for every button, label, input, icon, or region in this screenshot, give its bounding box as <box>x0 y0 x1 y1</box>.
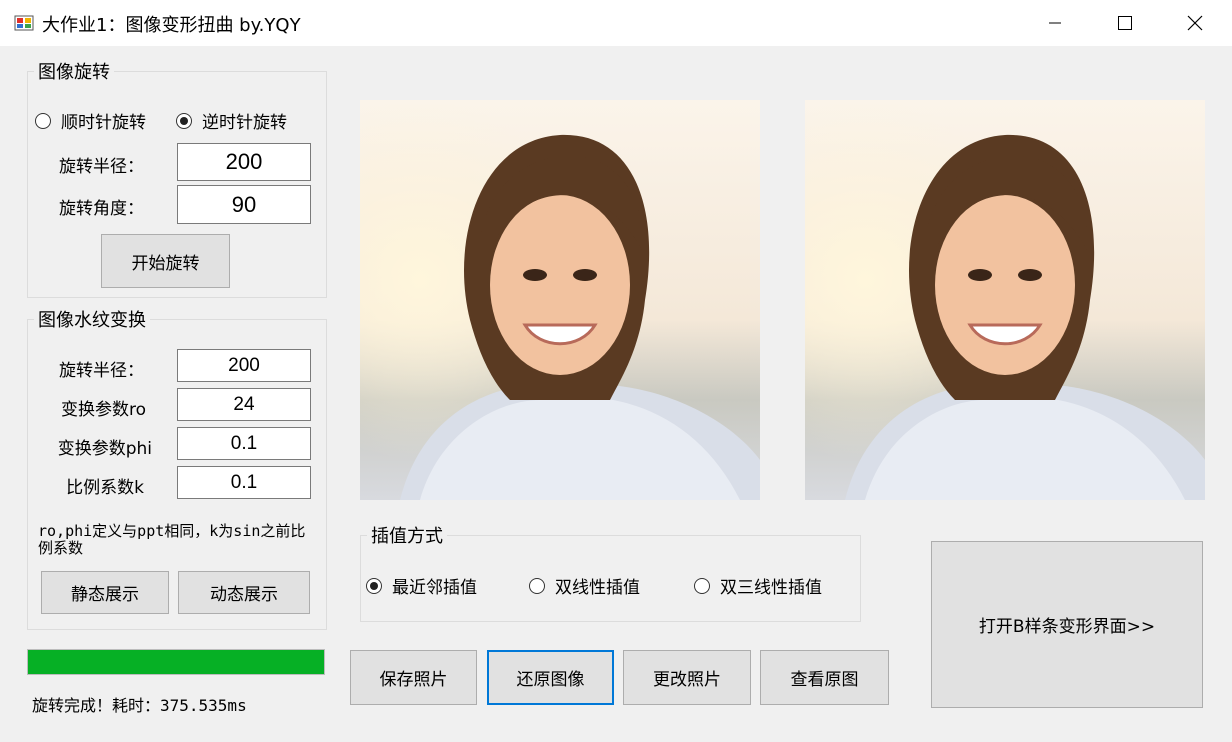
window-title: 大作业1：图像变形扭曲 by.YQY <box>42 15 301 36</box>
radio-bicubic-label: 双三线性插值 <box>720 578 822 598</box>
rotation-angle-input[interactable]: 90 <box>177 185 311 224</box>
close-button[interactable] <box>1160 0 1230 46</box>
restore-image-button[interactable]: 还原图像 <box>487 650 614 705</box>
rotation-radius-label: 旋转半径： <box>59 157 144 177</box>
k-label: 比例系数k <box>66 478 144 498</box>
rotation-angle-label: 旋转角度： <box>59 199 144 219</box>
ro-label: 变换参数ro <box>60 400 146 420</box>
radio-nearest[interactable]: 最近邻插值 <box>366 573 477 598</box>
change-photo-button[interactable]: 更改照片 <box>623 650 751 705</box>
save-photo-button[interactable]: 保存照片 <box>350 650 477 705</box>
radio-circle-selected <box>176 112 192 129</box>
rotation-radius-input[interactable]: 200 <box>177 143 311 181</box>
static-show-button[interactable]: 静态展示 <box>41 571 169 614</box>
maximize-icon <box>1118 16 1132 30</box>
radio-bilinear[interactable]: 双线性插值 <box>529 573 640 598</box>
ro-input[interactable]: 24 <box>177 388 311 421</box>
rotation-group-title: 图像旋转 <box>38 62 110 83</box>
radio-counterclockwise-label: 逆时针旋转 <box>202 113 287 133</box>
original-image <box>805 100 1205 500</box>
radio-nearest-label: 最近邻插值 <box>392 578 477 598</box>
interpolation-group: 插值方式 <box>360 522 861 622</box>
app-icon <box>14 15 34 31</box>
radio-circle <box>529 577 545 594</box>
phi-label: 变换参数phi <box>57 439 152 459</box>
minimize-button[interactable] <box>1020 0 1090 46</box>
radio-circle <box>694 577 710 594</box>
dynamic-show-button[interactable]: 动态展示 <box>178 571 310 614</box>
status-text: 旋转完成！耗时：375.535ms <box>32 696 247 715</box>
radio-bilinear-label: 双线性插值 <box>555 578 640 598</box>
k-input[interactable]: 0.1 <box>177 466 311 499</box>
ripple-group-title: 图像水纹变换 <box>38 310 146 331</box>
ripple-radius-label: 旋转半径： <box>59 361 144 381</box>
progress-fill <box>28 650 324 674</box>
view-original-button[interactable]: 查看原图 <box>760 650 889 705</box>
interpolation-group-title: 插值方式 <box>371 526 443 547</box>
open-bspline-button[interactable]: 打开B样条变形界面>> <box>931 541 1203 708</box>
radio-clockwise[interactable]: 顺时针旋转 <box>35 108 146 133</box>
start-rotation-button[interactable]: 开始旋转 <box>101 234 230 288</box>
phi-input[interactable]: 0.1 <box>177 427 311 460</box>
processed-image <box>360 100 760 500</box>
close-icon <box>1187 15 1203 31</box>
progress-bar <box>27 649 325 675</box>
radio-circle-selected <box>366 577 382 594</box>
maximize-button[interactable] <box>1090 0 1160 46</box>
ripple-note: ro,phi定义与ppt相同，k为sin之前比例系数 <box>38 522 306 557</box>
ripple-radius-input[interactable]: 200 <box>177 349 311 382</box>
radio-clockwise-label: 顺时针旋转 <box>61 113 146 133</box>
radio-counterclockwise[interactable]: 逆时针旋转 <box>176 108 287 133</box>
minimize-icon <box>1049 22 1061 24</box>
radio-bicubic[interactable]: 双三线性插值 <box>694 573 822 598</box>
radio-circle <box>35 112 51 129</box>
